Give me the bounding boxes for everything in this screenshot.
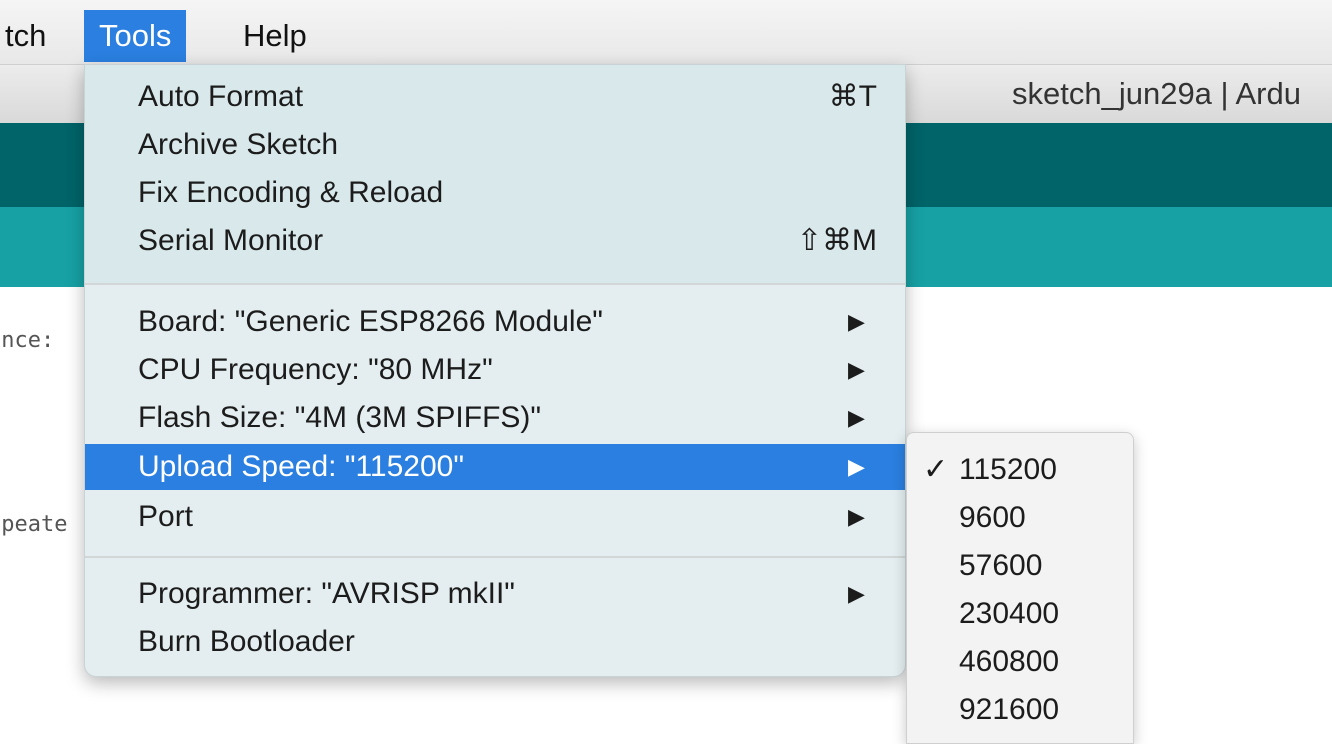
option-label: 921600 [959, 693, 1060, 726]
menu-item-label: Flash Size: "4M (3M SPIFFS)" [138, 401, 542, 434]
option-label: 9600 [959, 501, 1026, 534]
menu-item-label: Serial Monitor [138, 224, 324, 257]
menu-separator [85, 556, 905, 558]
option-label: 230400 [959, 597, 1060, 630]
menu-sketch[interactable]: tch [0, 10, 61, 62]
submenu-arrow-icon: ▶ [848, 405, 865, 430]
option-label: 460800 [959, 645, 1060, 678]
upload-speed-submenu: ✓ 115200 9600 57600 230400 460800 921600 [906, 432, 1134, 744]
menu-item-label: CPU Frequency: "80 MHz" [138, 353, 493, 386]
submenu-arrow-icon: ▶ [848, 309, 865, 334]
upload-speed-option[interactable]: 230400 [907, 590, 1133, 638]
menu-item-fix-encoding[interactable]: Fix Encoding & Reload [85, 170, 905, 216]
submenu-arrow-icon: ▶ [848, 357, 865, 382]
submenu-arrow-icon: ▶ [848, 454, 865, 479]
menu-item-label: Board: "Generic ESP8266 Module" [138, 305, 603, 338]
option-label: 57600 [959, 549, 1043, 582]
menu-tools[interactable]: Tools [84, 10, 187, 62]
menu-item-label: Fix Encoding & Reload [138, 176, 444, 209]
menu-item-label: Port [138, 500, 194, 533]
menu-item-port[interactable]: Port ▶ [85, 494, 905, 540]
menu-item-flash-size[interactable]: Flash Size: "4M (3M SPIFFS)" ▶ [85, 395, 905, 441]
menu-item-cpu-frequency[interactable]: CPU Frequency: "80 MHz" ▶ [85, 347, 905, 393]
menu-item-programmer[interactable]: Programmer: "AVRISP mkII" ▶ [85, 571, 905, 617]
menu-item-label: Programmer: "AVRISP mkII" [138, 577, 515, 610]
upload-speed-option[interactable]: 921600 [907, 686, 1133, 734]
shortcut-label: ⌘T [828, 80, 877, 113]
menu-item-board[interactable]: Board: "Generic ESP8266 Module" ▶ [85, 299, 905, 345]
submenu-arrow-icon: ▶ [848, 504, 865, 529]
menu-item-label: Upload Speed: "115200" [138, 450, 465, 483]
menu-item-label: Burn Bootloader [138, 625, 355, 658]
menu-help[interactable]: Help [228, 10, 322, 62]
window-title: sketch_jun29a | Ardu [1012, 76, 1301, 111]
submenu-arrow-icon: ▶ [848, 581, 865, 606]
option-label: 115200 [959, 453, 1057, 486]
menu-item-auto-format[interactable]: Auto Format ⌘T [85, 74, 905, 120]
menu-item-archive-sketch[interactable]: Archive Sketch [85, 122, 905, 168]
menu-item-label: Auto Format [138, 80, 304, 113]
tools-menu: Auto Format ⌘T Archive Sketch Fix Encodi… [84, 64, 906, 677]
upload-speed-option[interactable]: ✓ 115200 [907, 446, 1133, 494]
menu-item-burn-bootloader[interactable]: Burn Bootloader [85, 619, 905, 665]
checkmark-icon: ✓ [923, 453, 949, 486]
upload-speed-option[interactable]: 9600 [907, 494, 1133, 542]
code-line: epeate [0, 512, 68, 537]
menu-separator [85, 283, 905, 285]
menu-item-upload-speed[interactable]: Upload Speed: "115200" ▶ [85, 444, 905, 490]
menu-bar: tch Tools Help [0, 0, 1332, 65]
upload-speed-option[interactable]: 57600 [907, 542, 1133, 590]
shortcut-label: ⇧⌘M [796, 224, 877, 257]
code-line: once: [0, 328, 55, 353]
menu-item-label: Archive Sketch [138, 128, 339, 161]
menu-item-serial-monitor[interactable]: Serial Monitor ⇧⌘M [85, 218, 905, 264]
upload-speed-option[interactable]: 460800 [907, 638, 1133, 686]
